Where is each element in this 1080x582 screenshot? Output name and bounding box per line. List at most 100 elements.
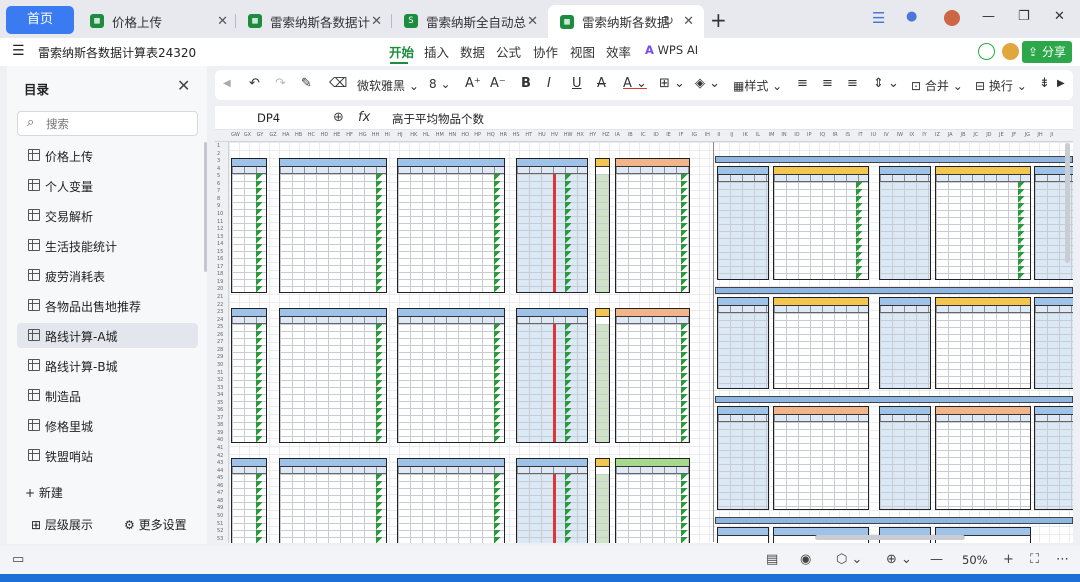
close-icon[interactable]: ✕: [527, 14, 538, 29]
row-header[interactable]: 20: [217, 286, 223, 292]
menu-view[interactable]: 视图: [570, 42, 595, 61]
menu-formula[interactable]: 公式: [496, 42, 521, 61]
row-header[interactable]: 37: [217, 415, 223, 421]
sidebar-item-trade-parse[interactable]: 交易解析: [17, 203, 198, 228]
column-header[interactable]: GY: [257, 132, 264, 138]
column-header[interactable]: HB: [295, 132, 302, 138]
eraser-icon[interactable]: ⌫: [329, 76, 347, 91]
close-icon[interactable]: ✕: [217, 14, 228, 29]
row-header[interactable]: 6: [217, 181, 220, 187]
tab-home[interactable]: 首页: [6, 6, 74, 34]
column-header[interactable]: IL: [756, 132, 760, 138]
row-header[interactable]: 42: [217, 453, 223, 459]
sidebar-item-xiugeli[interactable]: 修格里城: [17, 413, 198, 438]
vertical-scrollbar[interactable]: [1065, 143, 1070, 263]
row-header[interactable]: 5: [217, 173, 220, 179]
row-header[interactable]: 16: [217, 256, 223, 262]
row-header[interactable]: 10: [217, 211, 223, 217]
column-header[interactable]: IQ: [820, 132, 825, 138]
column-header[interactable]: HM: [436, 132, 444, 138]
column-header[interactable]: HC: [308, 132, 315, 138]
bold-icon[interactable]: B: [521, 76, 531, 91]
row-header[interactable]: 48: [217, 498, 223, 504]
sheet-list-icon[interactable]: ▭: [12, 552, 24, 567]
row-header[interactable]: 8: [217, 196, 220, 202]
column-header[interactable]: HP: [474, 132, 481, 138]
eye-icon[interactable]: ◉: [800, 552, 811, 567]
tab-document[interactable]: S 雷索纳斯全自动总 ✕: [392, 6, 548, 36]
sidebar-item-sell-recommend[interactable]: 各物品出售地推荐: [17, 293, 198, 318]
column-header[interactable]: HH: [372, 132, 380, 138]
fx-icon[interactable]: fx: [358, 110, 370, 125]
row-header[interactable]: 23: [217, 309, 223, 315]
column-header[interactable]: JE: [999, 132, 1004, 138]
close-window-icon[interactable]: ✕: [1054, 9, 1065, 24]
hamburger-icon[interactable]: ☰: [12, 43, 25, 59]
column-header[interactable]: JI: [1050, 132, 1053, 138]
column-header[interactable]: HY: [589, 132, 596, 138]
more-settings-button[interactable]: ⚙ 更多设置: [124, 516, 187, 533]
cloud-sync-icon[interactable]: [978, 43, 995, 60]
format-painter-icon[interactable]: ✎: [301, 76, 312, 91]
sidebar-item-tiemeng[interactable]: 铁盟哨站: [17, 443, 198, 468]
row-header[interactable]: 51: [217, 521, 223, 527]
column-header[interactable]: JF: [1012, 132, 1016, 138]
row-header[interactable]: 45: [217, 475, 223, 481]
column-header[interactable]: HJ: [397, 132, 402, 138]
row-header[interactable]: 25: [217, 324, 223, 330]
column-header[interactable]: JB: [961, 132, 966, 138]
level-display-button[interactable]: ⊞ 层级展示: [31, 516, 93, 533]
close-icon[interactable]: ✕: [177, 76, 190, 95]
row-header[interactable]: 36: [217, 407, 223, 413]
column-header[interactable]: HS: [513, 132, 520, 138]
column-header[interactable]: HZ: [602, 132, 609, 138]
column-header[interactable]: IE: [666, 132, 671, 138]
sidebar-item-manufacture[interactable]: 制造品: [17, 383, 198, 408]
row-header[interactable]: 41: [217, 445, 223, 451]
sidebar-scrollbar[interactable]: [204, 142, 207, 272]
zoom-icon[interactable]: ⊕: [333, 110, 344, 125]
column-header[interactable]: JA: [948, 132, 953, 138]
column-header[interactable]: IO: [794, 132, 799, 138]
close-icon[interactable]: ✕: [371, 14, 382, 29]
row-header[interactable]: 38: [217, 422, 223, 428]
row-header[interactable]: 9: [217, 203, 220, 209]
column-header[interactable]: IB: [628, 132, 633, 138]
align-left-icon[interactable]: ≡: [797, 76, 808, 91]
row-header[interactable]: 4: [217, 166, 220, 172]
cell-reference[interactable]: DP4: [257, 111, 280, 125]
row-header[interactable]: 46: [217, 483, 223, 489]
row-header[interactable]: 39: [217, 430, 223, 436]
sidebar-item-route-a[interactable]: 路线计算-A城: [17, 323, 198, 348]
sidebar-item-route-b[interactable]: 路线计算-B城: [17, 353, 198, 378]
row-header[interactable]: 32: [217, 377, 223, 383]
row-header[interactable]: 17: [217, 264, 223, 270]
wrap-button[interactable]: ⊟ 换行 ⌄: [975, 77, 1027, 94]
reading-mode-icon[interactable]: ⬡ ⌄: [836, 552, 862, 567]
column-header[interactable]: HX: [577, 132, 584, 138]
column-header[interactable]: HA: [282, 132, 289, 138]
column-header[interactable]: HW: [564, 132, 573, 138]
column-header[interactable]: IH: [705, 132, 710, 138]
menu-efficiency[interactable]: 效率: [606, 42, 631, 61]
row-header[interactable]: 13: [217, 234, 223, 240]
menu-insert[interactable]: 插入: [424, 42, 449, 61]
row-header[interactable]: 21: [217, 294, 223, 300]
search-input[interactable]: [46, 115, 186, 132]
zoom-level[interactable]: 50%: [962, 553, 988, 567]
column-header[interactable]: JG: [1025, 132, 1030, 138]
chat-icon[interactable]: ●: [906, 9, 917, 24]
decrease-font-icon[interactable]: A⁻: [490, 76, 506, 91]
column-header[interactable]: IC: [641, 132, 646, 138]
row-header[interactable]: 1: [217, 143, 220, 149]
row-header[interactable]: 33: [217, 385, 223, 391]
increase-font-icon[interactable]: A⁺: [465, 76, 481, 91]
page-view-icon[interactable]: ▤: [766, 552, 778, 567]
row-header[interactable]: 49: [217, 505, 223, 511]
column-header[interactable]: JH: [1037, 132, 1042, 138]
row-header[interactable]: 7: [217, 188, 220, 194]
row-header[interactable]: 47: [217, 490, 223, 496]
zoom-out-icon[interactable]: —: [930, 552, 943, 567]
row-header[interactable]: 43: [217, 460, 223, 466]
spreadsheet-grid[interactable]: GW GX GY GZ HA HB HC HD HE HF HG HH HI HJ HK HL HM HN HO HP…: [215, 131, 1073, 543]
